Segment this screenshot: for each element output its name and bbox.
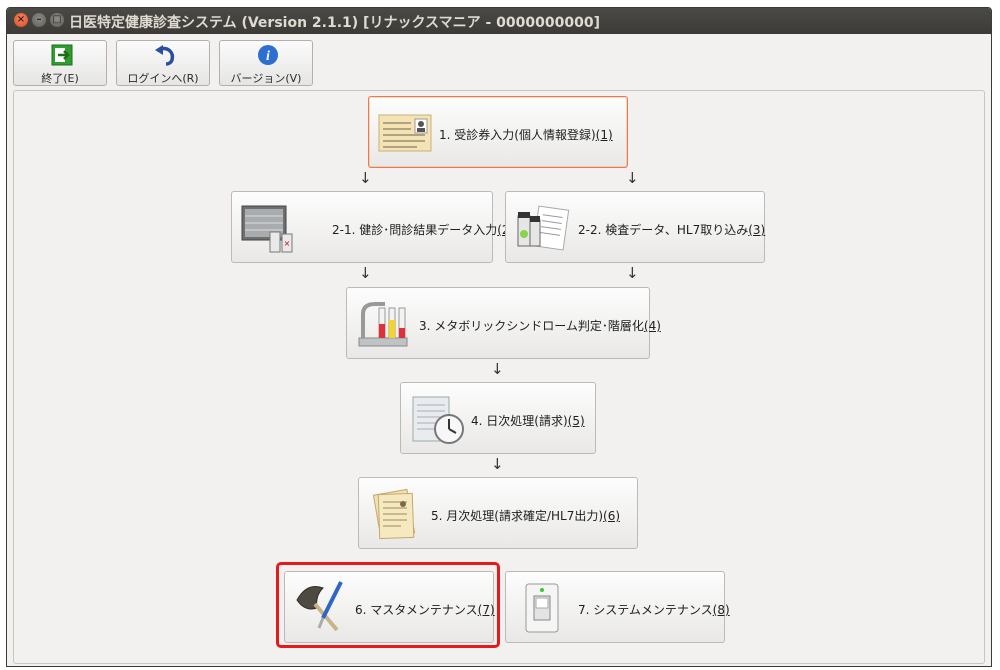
undo-arrow-icon: [155, 45, 175, 66]
menu-button-2-2-label: 2-2. 検査データ、HL7取り込み(3): [578, 223, 766, 237]
menu-button-7[interactable]: 7. システムメンテナンス(8): [505, 571, 730, 643]
menu-button-5-label: 5. 月次処理(請求確定/HL7出力)(6): [431, 509, 621, 523]
test-bottles-document-icon: [517, 205, 570, 251]
menu-button-5[interactable]: 5. 月次処理(請求確定/HL7出力)(6): [358, 477, 638, 549]
selection-highlight: [276, 562, 500, 648]
power-switch-icon: [525, 583, 559, 633]
menu-button-7-label: 7. システムメンテナンス(8): [578, 603, 730, 617]
minimize-window-icon[interactable]: –: [32, 13, 46, 27]
svg-text:×: ×: [284, 239, 291, 248]
svg-text:i: i: [266, 49, 270, 64]
exit-button-label: 終了(E): [41, 72, 79, 85]
menu-button-1-label: 1. 受診券入力(個人情報登録)(1): [439, 128, 613, 142]
flow-arrow: ↓: [626, 169, 639, 187]
flow-arrow: ↓: [626, 264, 639, 282]
id-card-icon: [378, 114, 432, 152]
menu-button-2-1[interactable]: × 2-1. 健診･問診結果データ入力(2): [231, 191, 514, 263]
exit-button[interactable]: 終了(E): [13, 40, 107, 86]
flow-arrow: ↓: [359, 264, 372, 282]
login-button[interactable]: ログインへ(R): [116, 40, 210, 86]
maximize-window-icon[interactable]: □: [50, 13, 64, 27]
exit-icon: [51, 44, 73, 66]
menu-button-4-label: 4. 日次処理(請求)(5): [471, 414, 585, 428]
menu-button-2-1-label: 2-1. 健診･問診結果データ入力(2): [332, 223, 514, 237]
menu-button-3[interactable]: 3. メタボリックシンドローム判定･階層化(4): [346, 287, 661, 359]
menu-button-4[interactable]: 4. 日次処理(請求)(5): [400, 382, 596, 454]
version-button-label: バージョン(V): [230, 72, 302, 85]
window-title: 日医特定健康診査システム (Version 2.1.1) [リナックスマニア -…: [69, 15, 600, 31]
stacked-forms-icon: [372, 488, 416, 540]
menu-button-2-2[interactable]: 2-2. 検査データ、HL7取り込み(3): [505, 191, 765, 263]
document-clock-icon: [412, 396, 464, 444]
flow-arrow: ↓: [491, 360, 504, 378]
monitor-bottles-icon: ×: [241, 205, 293, 253]
flow-arrow: ↓: [359, 169, 372, 187]
menu-button-1[interactable]: 1. 受診券入力(個人情報登録)(1): [368, 96, 628, 168]
menu-button-3-label: 3. メタボリックシンドローム判定･階層化(4): [419, 319, 661, 333]
lab-test-tubes-icon: [358, 302, 408, 347]
flow-arrow: ↓: [491, 455, 504, 473]
login-button-label: ログインへ(R): [127, 72, 199, 85]
version-button[interactable]: i バージョン(V): [219, 40, 313, 86]
info-icon: i: [258, 45, 278, 65]
title-bar: × – □ 日医特定健康診査システム (Version 2.1.1) [リナック…: [7, 8, 991, 34]
close-window-icon[interactable]: ×: [14, 13, 28, 27]
